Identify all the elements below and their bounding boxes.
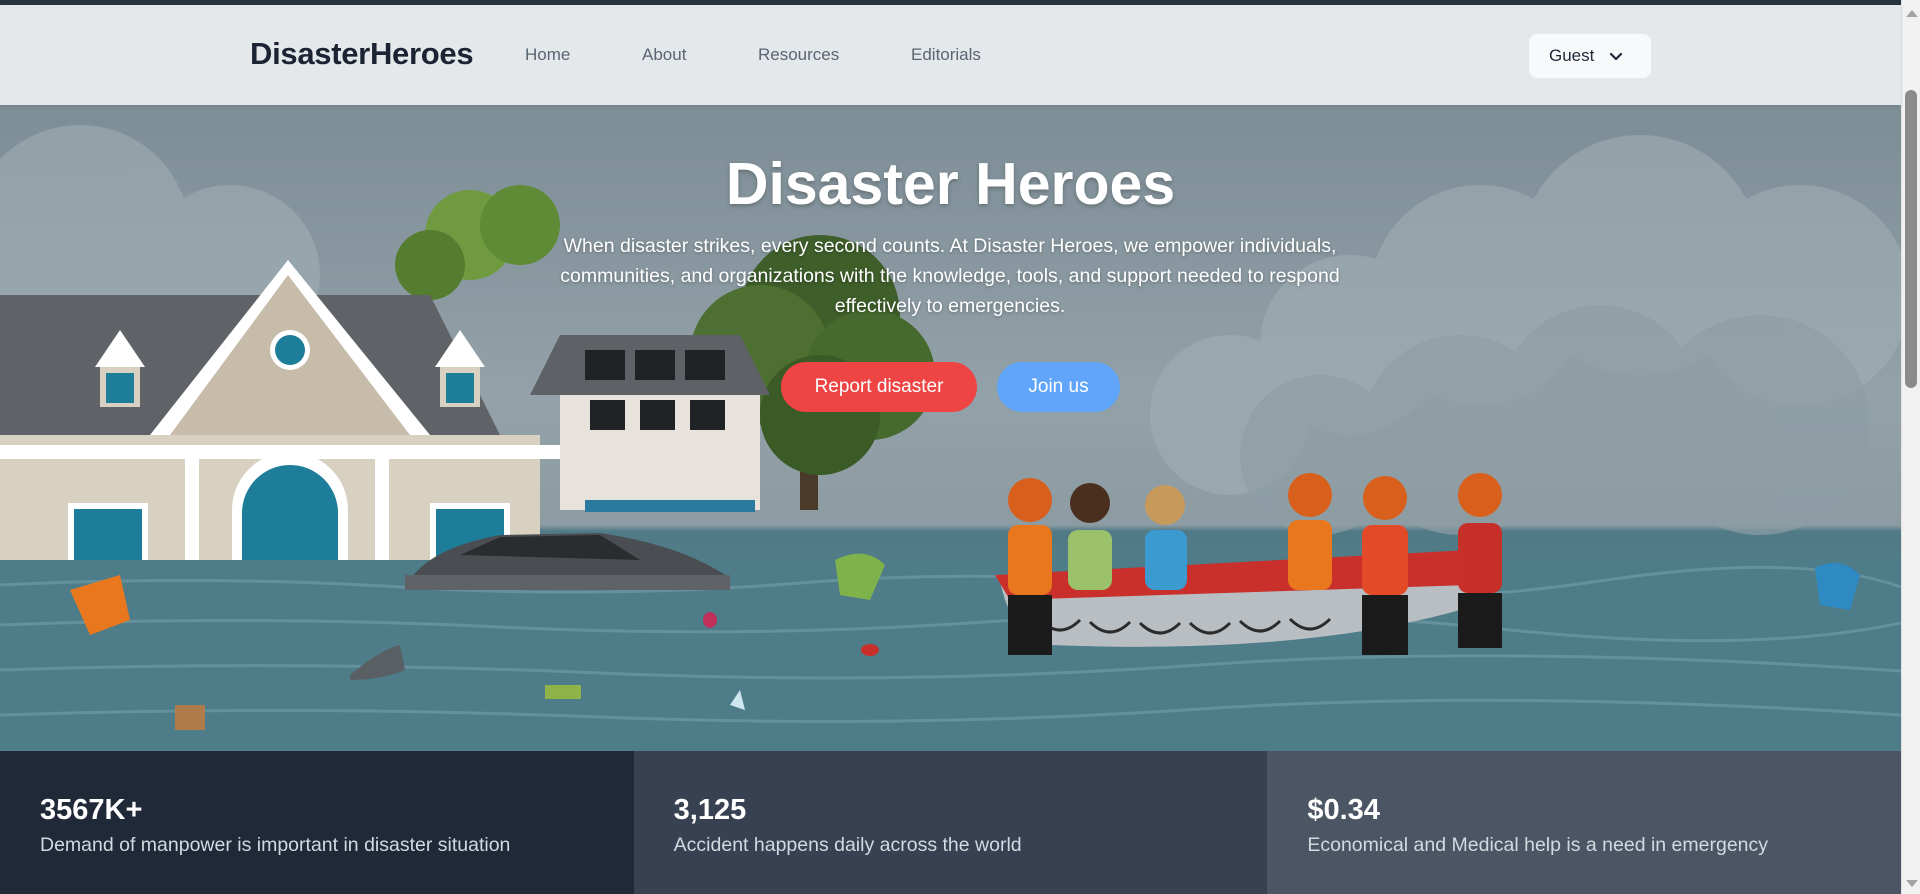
stat-card-help: $0.34 Economical and Medical help is a n… xyxy=(1267,751,1902,894)
stat-value: 3,125 xyxy=(673,794,747,826)
stat-value: $0.34 xyxy=(1307,794,1380,826)
stat-value: 3567K+ xyxy=(40,794,143,826)
report-disaster-button[interactable]: Report disaster xyxy=(781,362,977,412)
chevron-down-icon xyxy=(1610,52,1623,61)
vertical-scrollbar[interactable] xyxy=(1901,0,1920,894)
hero-title: Disaster Heroes xyxy=(725,151,1176,217)
stat-label: Accident happens daily across the world xyxy=(673,834,1022,856)
navbar: DisasterHeroes Home About Resources Edit… xyxy=(0,5,1901,105)
stats-bar: 3567K+ Demand of manpower is important i… xyxy=(0,751,1902,894)
scrollbar-thumb[interactable] xyxy=(1905,90,1917,388)
nav-link-editorials[interactable]: Editorials xyxy=(911,45,981,65)
scroll-up-arrow-icon[interactable] xyxy=(1906,10,1918,17)
nav-link-about[interactable]: About xyxy=(642,45,686,65)
join-us-button[interactable]: Join us xyxy=(997,362,1120,412)
scroll-down-arrow-icon[interactable] xyxy=(1906,880,1918,887)
stat-card-accidents: 3,125 Accident happens daily across the … xyxy=(633,751,1268,894)
brand-logo[interactable]: DisasterHeroes xyxy=(250,36,474,72)
stat-label: Demand of manpower is important in disas… xyxy=(40,834,511,856)
hero-section: Disaster Heroes When disaster strikes, e… xyxy=(0,105,1901,751)
nav-link-resources[interactable]: Resources xyxy=(758,45,839,65)
nav-link-home[interactable]: Home xyxy=(525,45,570,65)
hero-description: When disaster strikes, every second coun… xyxy=(560,235,1340,317)
stat-card-manpower: 3567K+ Demand of manpower is important i… xyxy=(0,751,634,894)
user-menu-label: Guest xyxy=(1549,46,1595,65)
user-menu-dropdown[interactable]: Guest xyxy=(1529,34,1651,78)
stat-label: Economical and Medical help is a need in… xyxy=(1307,834,1769,856)
